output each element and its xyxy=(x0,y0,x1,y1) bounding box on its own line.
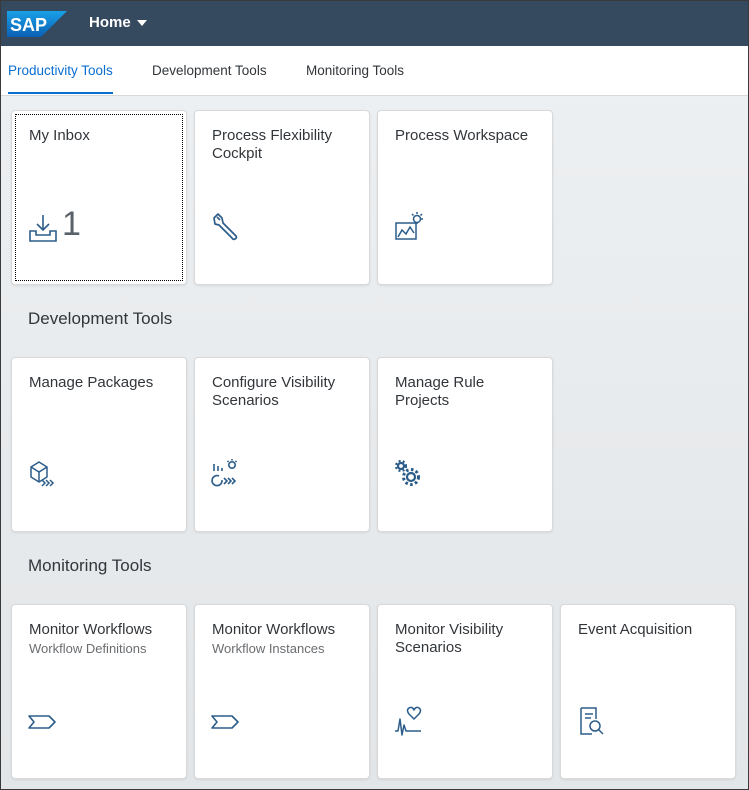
tile-manage-rule-projects[interactable]: Manage Rule Projects xyxy=(377,357,553,532)
inbox-download-icon xyxy=(27,211,59,243)
inbox-count: 1 xyxy=(62,205,81,243)
launchpad-frame: SAP Home Productivity Tools Development … xyxy=(0,0,749,790)
tile-monitor-workflows-definitions[interactable]: Monitor Workflows Workflow Definitions xyxy=(11,604,187,779)
tile-title: Manage Packages xyxy=(29,374,154,391)
package-icon xyxy=(27,458,59,490)
sap-logo[interactable]: SAP xyxy=(7,11,67,37)
section-title-development-tools: Development Tools xyxy=(28,309,173,328)
tile-subtitle: Workflow Instances xyxy=(212,641,325,656)
tile-title: Event Acquisition xyxy=(578,621,693,638)
tile-monitor-visibility-scenarios[interactable]: Monitor Visibility Scenarios xyxy=(377,604,553,779)
tab-productivity-tools[interactable]: Productivity Tools xyxy=(8,63,113,94)
caret-down-icon xyxy=(136,20,147,26)
tile-title: Process Flexibility Cockpit xyxy=(212,127,333,162)
tile-subtitle: Workflow Definitions xyxy=(29,641,147,656)
tile-title: Monitor Workflows xyxy=(29,621,153,638)
tab-monitoring-tools[interactable]: Monitoring Tools xyxy=(306,63,404,94)
tile-monitor-workflows-instances[interactable]: Monitor Workflows Workflow Instances xyxy=(194,604,370,779)
wrench-icon xyxy=(210,211,242,243)
chart-lightbulb-icon xyxy=(393,211,425,243)
tab-development-tools[interactable]: Development Tools xyxy=(152,63,267,94)
workflow-chevron-icon xyxy=(27,705,59,737)
tile-title: Monitor Visibility Scenarios xyxy=(395,621,504,656)
shell-bar: SAP Home xyxy=(1,1,748,46)
tile-event-acquisition[interactable]: Event Acquisition xyxy=(560,604,736,779)
tab-bar: Productivity Tools Development Tools Mon… xyxy=(1,46,748,96)
document-search-icon xyxy=(576,705,608,737)
tile-title: Configure Visibility Scenarios xyxy=(212,374,336,409)
tile-title: Process Workspace xyxy=(395,127,529,144)
tile-title: Monitor Workflows xyxy=(212,621,336,638)
tile-title: My Inbox xyxy=(29,127,90,144)
tile-my-inbox[interactable]: My Inbox 1 xyxy=(11,110,187,285)
tile-configure-visibility-scenarios[interactable]: Configure Visibility Scenarios xyxy=(194,357,370,532)
tile-manage-packages[interactable]: Manage Packages xyxy=(11,357,187,532)
section-title-monitoring-tools: Monitoring Tools xyxy=(28,556,152,575)
gears-icon xyxy=(393,458,425,490)
heart-pulse-icon xyxy=(393,705,425,737)
sap-logo-text: SAP xyxy=(10,15,47,35)
tile-process-flexibility-cockpit[interactable]: Process Flexibility Cockpit xyxy=(194,110,370,285)
visibility-config-icon xyxy=(210,458,242,490)
workflow-chevron-icon xyxy=(210,705,242,737)
tile-process-workspace[interactable]: Process Workspace xyxy=(377,110,553,285)
tile-title: Manage Rule Projects xyxy=(395,374,485,409)
home-title-label: Home xyxy=(89,14,131,31)
home-title-menu[interactable]: Home xyxy=(89,14,147,31)
